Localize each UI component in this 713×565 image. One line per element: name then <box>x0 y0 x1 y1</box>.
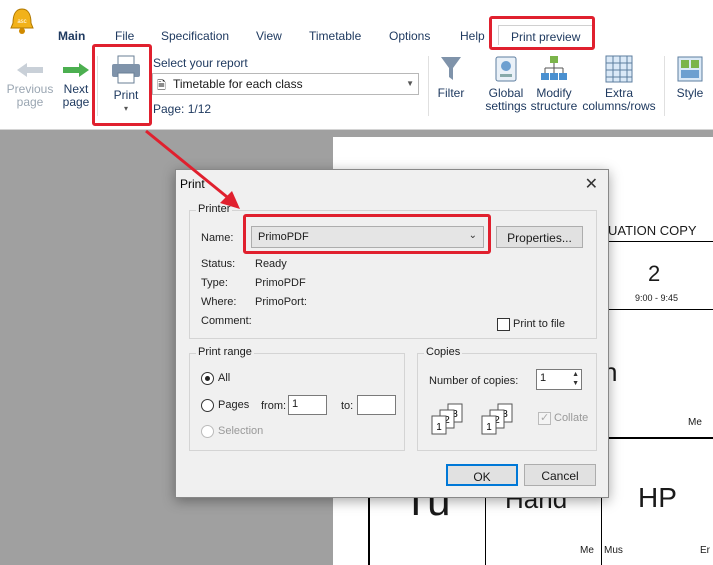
report-select-value: Timetable for each class <box>173 77 303 91</box>
highlight-print-preview-tab <box>489 16 595 50</box>
tab-main[interactable]: Main <box>58 29 85 43</box>
red-arrow-icon <box>145 129 240 209</box>
ribbon-separator <box>428 56 429 116</box>
evaluation-watermark: UATION COPY <box>608 223 697 238</box>
global-settings-label-2: settings <box>485 99 527 113</box>
svg-text:1: 1 <box>486 422 492 433</box>
next-page-label-2: page <box>62 95 90 109</box>
svg-text:1: 1 <box>436 422 442 433</box>
previous-page-button[interactable]: Previous page <box>6 60 54 109</box>
select-report-label: Select your report <box>153 56 248 70</box>
grid-table-icon <box>605 55 633 83</box>
filter-funnel-icon <box>441 57 461 80</box>
where-label: Where: <box>201 296 237 308</box>
collate-pages-icon: 3 2 1 <box>481 403 513 435</box>
tab-help[interactable]: Help <box>460 29 485 43</box>
table-line <box>601 241 713 242</box>
period-time: 9:00 - 9:45 <box>635 293 679 303</box>
highlight-printer-name <box>243 214 491 254</box>
period-number: 2 <box>648 261 661 286</box>
ribbon-tab-bar: asc Main File Specification View Timetab… <box>0 0 713 46</box>
status-value: Ready <box>255 258 287 270</box>
highlight-print-button <box>92 44 152 126</box>
style-label: Style <box>676 86 704 100</box>
from-input[interactable]: 1 <box>288 395 327 415</box>
where-value: PrimoPort: <box>255 296 307 308</box>
comment-label: Comment: <box>201 315 252 327</box>
copies-value: 1 <box>540 372 547 384</box>
range-selection-radio[interactable] <box>201 425 214 438</box>
filter-button[interactable]: Filter <box>434 54 468 100</box>
svg-text:asc: asc <box>17 19 26 25</box>
collate-checkbox[interactable]: ✓ <box>538 412 551 425</box>
copies-group: Copies Number of copies: 1 ▲ ▼ 3 2 1 3 2 … <box>417 346 597 451</box>
range-pages-label: Pages <box>218 399 250 411</box>
timetable-cell-teacher: Me <box>580 545 594 556</box>
timetable-cell-teacher: Me <box>688 417 702 428</box>
cancel-button[interactable]: Cancel <box>524 464 596 486</box>
app-bell-icon[interactable]: asc <box>8 6 36 36</box>
extra-columns-rows-button[interactable]: Extra columns/rows <box>582 54 656 113</box>
range-all-label: All <box>218 372 231 384</box>
type-label: Type: <box>201 277 228 289</box>
print-to-file-checkbox[interactable] <box>497 318 510 331</box>
style-icon <box>677 56 703 82</box>
table-line <box>601 309 713 310</box>
number-of-copies-label: Number of copies: <box>429 375 519 387</box>
copies-stepper[interactable]: 1 ▲ ▼ <box>536 369 582 390</box>
tab-view[interactable]: View <box>256 29 282 43</box>
to-label: to: <box>341 400 354 412</box>
from-label: from: <box>261 400 287 412</box>
type-value: PrimoPDF <box>255 277 306 289</box>
to-input[interactable] <box>357 395 396 415</box>
properties-button[interactable]: Properties... <box>496 226 583 248</box>
ribbon-separator <box>664 56 665 116</box>
name-label: Name: <box>201 232 234 244</box>
style-button[interactable]: Style <box>672 54 708 100</box>
global-settings-button[interactable]: Global settings <box>484 54 528 113</box>
timetable-cell-teacher: Er <box>700 545 710 556</box>
tab-timetable[interactable]: Timetable <box>309 29 361 43</box>
range-selection-label: Selection <box>218 425 264 437</box>
range-all-radio[interactable] <box>201 372 214 385</box>
arrow-left-icon <box>17 63 43 77</box>
copies-group-label: Copies <box>424 346 463 358</box>
timetable-cell-room: Mus <box>604 545 623 556</box>
arrow-right-icon <box>63 63 89 77</box>
global-settings-icon <box>495 56 517 82</box>
extra-columns-rows-label-2: columns/rows <box>582 99 656 113</box>
tab-specification[interactable]: Specification <box>161 29 229 43</box>
ok-button[interactable]: OK <box>446 464 518 486</box>
timetable-cell-subject: HP <box>638 482 677 513</box>
range-pages-radio[interactable] <box>201 399 214 412</box>
spin-arrows-icon[interactable]: ▲ ▼ <box>572 370 579 388</box>
print-range-group: Print range All Pages from: 1 to: Select… <box>189 346 405 451</box>
page-info: Page: 1/12 <box>153 102 212 116</box>
tab-file[interactable]: File <box>115 29 134 43</box>
collate-pages-icon: 3 2 1 <box>431 403 463 435</box>
collate-label: Collate <box>554 412 589 424</box>
modify-structure-button[interactable]: Modify structure <box>530 54 578 113</box>
previous-page-label-2: page <box>16 95 44 109</box>
tab-options[interactable]: Options <box>389 29 430 43</box>
close-icon[interactable]: ✕ <box>585 174 598 194</box>
next-page-button[interactable]: Next page <box>58 60 94 109</box>
report-select[interactable]: 🗎 Timetable for each class ▼ <box>152 73 419 95</box>
status-label: Status: <box>201 258 236 270</box>
report-icon: 🗎 <box>157 80 166 92</box>
print-range-label: Print range <box>196 346 254 358</box>
filter-label: Filter <box>437 86 465 100</box>
modify-structure-label-2: structure <box>530 99 578 113</box>
structure-tree-icon <box>541 56 567 80</box>
print-to-file-label: Print to file <box>513 318 565 330</box>
chevron-down-icon: ▼ <box>406 79 414 88</box>
